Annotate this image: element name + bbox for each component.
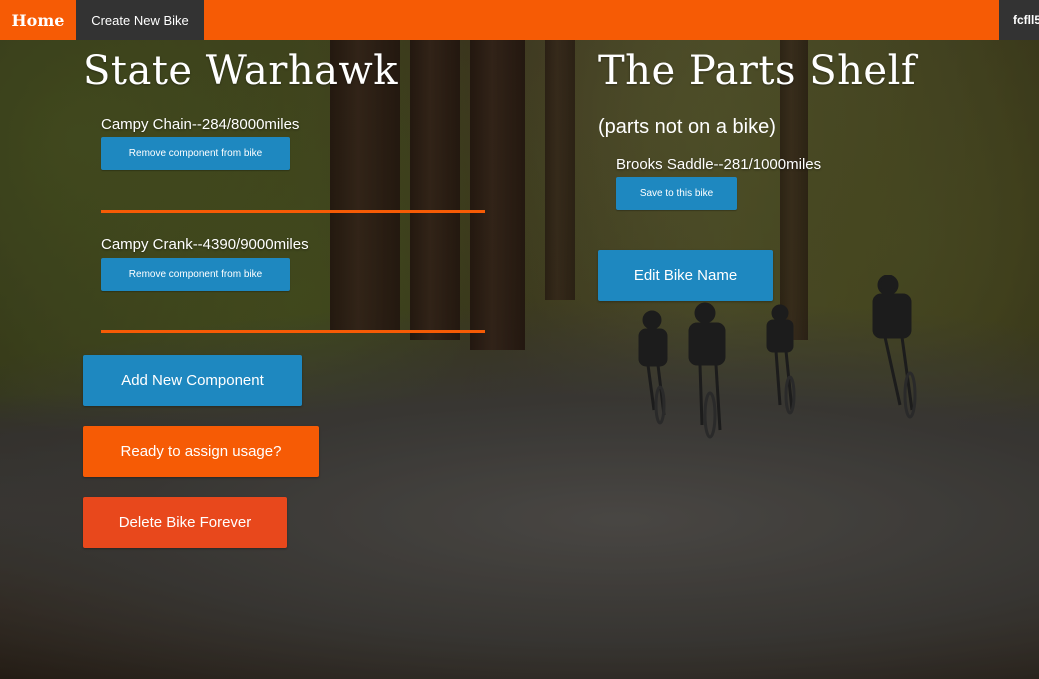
nav-home-link[interactable]: Home [0,0,76,40]
component-label: Campy Chain--284/8000miles [101,116,300,133]
delete-bike-button[interactable]: Delete Bike Forever [83,497,287,548]
nav-user-link[interactable]: fcfll5 [999,0,1039,40]
component-label: Campy Crank--4390/9000miles [101,236,309,253]
assign-usage-button[interactable]: Ready to assign usage? [83,426,319,477]
remove-component-button[interactable]: Remove component from bike [101,258,290,291]
bike-name-heading: State Warhawk [83,48,398,94]
parts-shelf-heading: The Parts Shelf [598,48,917,94]
edit-bike-name-button[interactable]: Edit Bike Name [598,250,773,301]
top-navbar: Home Create New Bike fcfll5 [0,0,1039,40]
component-divider [101,330,485,333]
add-component-button[interactable]: Add New Component [83,355,302,406]
save-to-bike-button[interactable]: Save to this bike [616,177,737,210]
parts-shelf-subtitle: (parts not on a bike) [598,116,776,138]
remove-component-button[interactable]: Remove component from bike [101,137,290,170]
shelf-part-label: Brooks Saddle--281/1000miles [616,156,822,173]
nav-create-bike-link[interactable]: Create New Bike [76,0,204,40]
component-divider [101,210,485,213]
